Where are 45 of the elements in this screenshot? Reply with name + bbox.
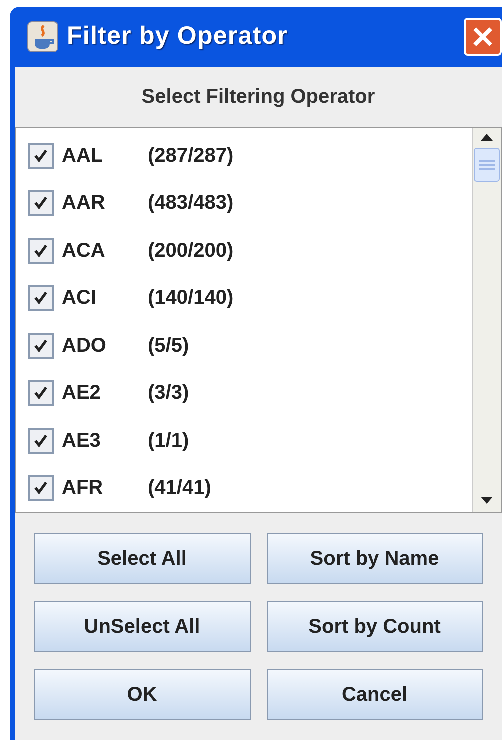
- window-title: Filter by Operator: [67, 21, 288, 52]
- check-icon: [33, 148, 49, 164]
- checkbox[interactable]: [28, 428, 54, 454]
- checkbox[interactable]: [28, 380, 54, 406]
- check-icon: [33, 338, 49, 354]
- dialog-button[interactable]: Sort by Name: [266, 533, 483, 584]
- scroll-thumb[interactable]: [474, 148, 500, 182]
- check-icon: [33, 480, 49, 496]
- check-icon: [33, 385, 49, 402]
- check-icon: [33, 290, 49, 306]
- check-icon: [33, 242, 49, 259]
- dialog-button[interactable]: UnSelect All: [34, 601, 250, 652]
- operator-name: AAL: [62, 144, 104, 169]
- checkbox[interactable]: [28, 142, 54, 169]
- check-icon: [33, 432, 49, 449]
- vertical-scrollbar[interactable]: [472, 128, 501, 512]
- operator-name: AE2: [62, 381, 102, 406]
- operator-name: AAR: [62, 191, 106, 216]
- dialog-button[interactable]: Select All: [34, 533, 250, 584]
- operator-name: ACA: [62, 238, 106, 264]
- check-icon: [33, 195, 49, 212]
- operator-count: (140/140): [148, 286, 234, 312]
- dialog-button[interactable]: Cancel: [266, 669, 483, 720]
- checkbox[interactable]: [28, 190, 54, 216]
- checkbox[interactable]: [28, 332, 54, 359]
- checkbox[interactable]: [28, 285, 54, 312]
- dialog-button[interactable]: Sort by Count: [266, 601, 483, 652]
- operator-count: (200/200): [148, 238, 234, 264]
- operator-count: (3/3): [148, 381, 190, 406]
- operator-name: AE3: [62, 428, 102, 454]
- operator-name: ADO: [62, 334, 108, 359]
- close-button[interactable]: [464, 18, 502, 56]
- operator-count: (5/5): [148, 334, 190, 359]
- dialog-button[interactable]: OK: [34, 669, 250, 720]
- operator-name: ACI: [62, 286, 98, 312]
- dialog-heading: Select Filtering Operator: [142, 85, 376, 110]
- operator-count: (41/41): [148, 476, 212, 502]
- operator-count: (483/483): [148, 191, 234, 216]
- operator-name: AFR: [62, 476, 104, 502]
- checkbox[interactable]: [28, 475, 54, 502]
- operator-count: (287/287): [148, 144, 234, 169]
- coffee-cup-icon: [27, 21, 59, 53]
- checkbox[interactable]: [28, 238, 54, 264]
- operator-count: (1/1): [148, 428, 190, 454]
- close-icon: [472, 26, 494, 48]
